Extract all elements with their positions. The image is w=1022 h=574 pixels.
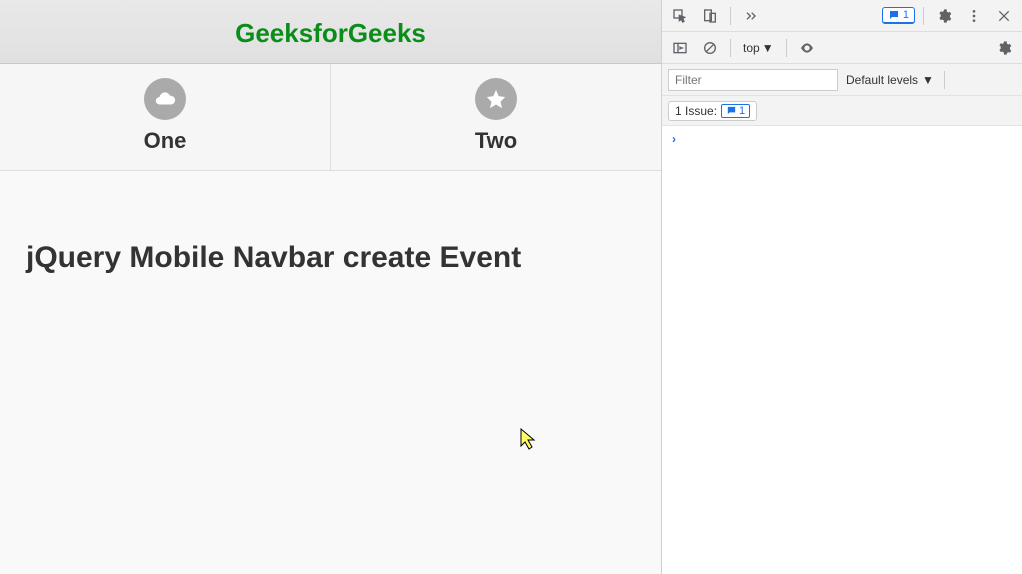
console-toolbar: top ▼ bbox=[662, 32, 1022, 64]
content-heading: jQuery Mobile Navbar create Event bbox=[26, 241, 635, 275]
more-tabs-icon[interactable] bbox=[739, 4, 763, 28]
live-expression-icon[interactable] bbox=[795, 36, 819, 60]
page-title: GeeksforGeeks bbox=[0, 18, 661, 49]
navbar: One Two bbox=[0, 64, 661, 171]
divider bbox=[923, 7, 924, 25]
chevron-down-icon: ▼ bbox=[762, 41, 774, 55]
show-console-sidebar-icon[interactable] bbox=[668, 36, 692, 60]
console-settings-icon[interactable] bbox=[992, 36, 1016, 60]
divider bbox=[730, 39, 731, 57]
issues-bar: 1 Issue: 1 bbox=[662, 96, 1022, 126]
chat-icon bbox=[726, 105, 737, 116]
page-content: jQuery Mobile Navbar create Event bbox=[0, 171, 661, 345]
cloud-icon bbox=[144, 78, 186, 120]
navbar-item-label: One bbox=[0, 128, 330, 154]
issues-label: 1 Issue: bbox=[675, 104, 717, 118]
star-icon bbox=[475, 78, 517, 120]
close-devtools-icon[interactable] bbox=[992, 4, 1016, 28]
navbar-item-one[interactable]: One bbox=[0, 64, 331, 170]
clear-console-icon[interactable] bbox=[698, 36, 722, 60]
devtools-tabstrip: 1 bbox=[662, 0, 1022, 32]
console-filter-bar: Default levels ▼ bbox=[662, 64, 1022, 96]
navbar-item-two[interactable]: Two bbox=[331, 64, 661, 170]
message-count: 1 bbox=[903, 9, 909, 21]
context-selector[interactable]: top ▼ bbox=[739, 41, 778, 55]
divider bbox=[730, 7, 731, 25]
settings-icon[interactable] bbox=[932, 4, 956, 28]
devtools-panel: 1 top ▼ bbox=[662, 0, 1022, 574]
inspect-element-icon[interactable] bbox=[668, 4, 692, 28]
console-output[interactable]: › bbox=[662, 126, 1022, 574]
console-prompt-icon: › bbox=[672, 132, 676, 146]
filter-input[interactable] bbox=[668, 69, 838, 91]
device-toolbar-icon[interactable] bbox=[698, 4, 722, 28]
issues-pill[interactable]: 1 Issue: 1 bbox=[668, 101, 757, 121]
divider bbox=[944, 71, 945, 89]
page-header: GeeksforGeeks bbox=[0, 0, 661, 64]
log-levels-selector[interactable]: Default levels ▼ bbox=[846, 73, 934, 87]
console-messages-badge[interactable]: 1 bbox=[882, 7, 915, 24]
divider bbox=[786, 39, 787, 57]
issues-count: 1 bbox=[739, 105, 745, 117]
kebab-menu-icon[interactable] bbox=[962, 4, 986, 28]
context-label: top bbox=[743, 41, 760, 55]
navbar-item-label: Two bbox=[331, 128, 661, 154]
chat-icon bbox=[888, 9, 900, 21]
issues-count-badge: 1 bbox=[721, 104, 750, 118]
mouse-cursor-icon bbox=[520, 428, 538, 450]
levels-label: Default levels bbox=[846, 73, 918, 87]
rendered-page: GeeksforGeeks One Two jQuery Mobile Navb… bbox=[0, 0, 662, 574]
chevron-down-icon: ▼ bbox=[922, 73, 934, 87]
